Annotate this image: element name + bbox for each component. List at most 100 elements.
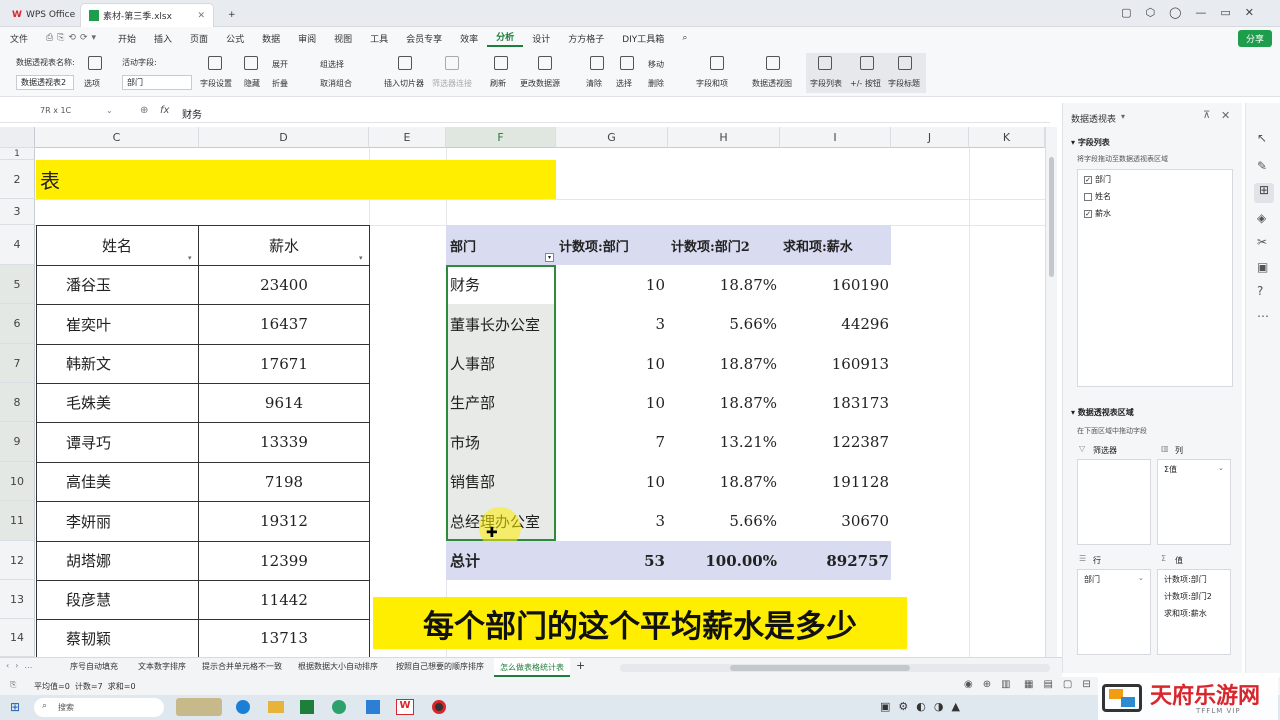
move-button[interactable]: 移动 bbox=[648, 59, 664, 70]
row-header-1[interactable]: 1 bbox=[0, 148, 35, 160]
pivot-total-pct[interactable]: 100.00% bbox=[668, 541, 777, 580]
pivot-total-count[interactable]: 53 bbox=[556, 541, 665, 580]
name-cell[interactable]: 蔡韧颖 bbox=[66, 619, 111, 657]
name-box-dropdown-icon[interactable]: ⌄ bbox=[106, 106, 113, 115]
name-cell[interactable]: 韩新文 bbox=[66, 344, 111, 383]
menu-member[interactable]: 会员专享 bbox=[397, 32, 451, 45]
style-icon[interactable]: ✎ bbox=[1257, 159, 1267, 173]
sheet-tab[interactable]: 序号自动填充 bbox=[70, 661, 118, 672]
row-header-10[interactable]: 10 bbox=[0, 462, 35, 501]
delete-button[interactable]: 删除 bbox=[648, 78, 664, 89]
pivot-panel-icon[interactable]: ⊞ bbox=[1254, 183, 1274, 203]
pivot-sum-cell[interactable]: 160190 bbox=[780, 265, 889, 304]
salary-cell[interactable]: 16437 bbox=[199, 304, 369, 344]
menu-efficiency[interactable]: 效率 bbox=[451, 32, 487, 45]
pivot-dept-cell[interactable]: 人事部 bbox=[450, 344, 495, 383]
sheet-tab-active[interactable]: 怎么做表格统计表 bbox=[494, 658, 570, 677]
pivot-sum-cell[interactable]: 183173 bbox=[780, 383, 889, 422]
row-header-14[interactable]: 14 bbox=[0, 619, 35, 657]
pivot-sum-cell[interactable]: 44296 bbox=[780, 304, 889, 344]
pointer-icon[interactable]: ↖ bbox=[1257, 131, 1267, 145]
pivot-sum-cell[interactable]: 30670 bbox=[780, 501, 889, 541]
col-header-f[interactable]: F bbox=[446, 127, 556, 148]
change-source-button[interactable]: 更改数据源 bbox=[520, 78, 560, 89]
col-header-c[interactable]: C bbox=[35, 127, 199, 148]
file-menu[interactable]: 文件 bbox=[0, 32, 37, 45]
row-header-8[interactable]: 8 bbox=[0, 383, 35, 422]
pivot-sum-cell[interactable]: 191128 bbox=[780, 462, 889, 501]
salary-cell[interactable]: 11442 bbox=[199, 580, 369, 619]
row-header-9[interactable]: 9 bbox=[0, 422, 35, 462]
select-all-corner[interactable] bbox=[0, 127, 35, 148]
row-header-2[interactable]: 2 bbox=[0, 160, 35, 199]
menu-tools[interactable]: 工具 bbox=[361, 32, 397, 45]
menu-design[interactable]: 设计 bbox=[523, 32, 559, 45]
active-field-input[interactable]: 部门 bbox=[122, 75, 192, 90]
pivot-sum-cell[interactable]: 122387 bbox=[780, 422, 889, 462]
value-field-count2[interactable]: 计数项:部门2 bbox=[1160, 590, 1228, 605]
filter-connection-button[interactable]: 筛选器连接 bbox=[432, 78, 472, 89]
pivot-header-count2[interactable]: 计数项:部门2 bbox=[671, 225, 750, 265]
quick-access-icons[interactable]: ⎙⎘⟲⟳▾ bbox=[37, 33, 109, 43]
field-item-salary[interactable]: ✓ 薪水 bbox=[1084, 208, 1111, 219]
vertical-scroll-thumb[interactable] bbox=[1049, 157, 1054, 277]
chevron-down-icon[interactable]: ⌄ bbox=[1218, 464, 1224, 472]
shape-icon[interactable]: ◈ bbox=[1257, 211, 1266, 225]
pivot-pct-cell[interactable]: 18.87% bbox=[668, 265, 777, 304]
chat-app-icon[interactable] bbox=[332, 700, 346, 714]
field-list-button[interactable]: 字段列表 bbox=[810, 78, 842, 89]
field-item-dept[interactable]: ✓ 部门 bbox=[1084, 174, 1111, 185]
header-salary[interactable]: 薪水 bbox=[199, 225, 369, 265]
close-tab-icon[interactable]: ✕ bbox=[197, 11, 205, 21]
name-cell[interactable]: 崔奕叶 bbox=[66, 304, 111, 344]
menu-diy[interactable]: DIY工具箱 bbox=[613, 32, 673, 45]
pivot-header-dept[interactable]: 部门 bbox=[450, 225, 476, 265]
pivot-total-label[interactable]: 总计 bbox=[450, 541, 480, 580]
salary-cell[interactable]: 23400 bbox=[199, 265, 369, 304]
sheet-nav-arrows[interactable]: ‹›… bbox=[6, 661, 38, 670]
file-explorer-icon[interactable] bbox=[268, 701, 284, 713]
pivot-dept-cell[interactable]: 销售部 bbox=[450, 462, 495, 501]
tools-icon[interactable]: ✂ bbox=[1257, 235, 1267, 249]
name-cell[interactable]: 潘谷玉 bbox=[66, 265, 111, 304]
taskbar-search-box[interactable]: ⌕ 搜索 bbox=[34, 698, 164, 717]
col-header-d[interactable]: D bbox=[199, 127, 369, 148]
panel-close-icon[interactable]: ✕ bbox=[1221, 109, 1230, 122]
pivot-pct-cell[interactable]: 5.66% bbox=[668, 304, 777, 344]
pivot-dept-cell[interactable]: 董事长办公室 bbox=[450, 304, 540, 344]
sheet-tab[interactable]: 提示合并单元格不一致 bbox=[202, 661, 282, 672]
add-sheet-icon[interactable]: + bbox=[576, 659, 585, 672]
checkbox-checked-icon[interactable]: ✓ bbox=[1084, 209, 1092, 218]
salary-cell[interactable]: 7198 bbox=[199, 462, 369, 501]
value-drop-zone[interactable]: 计数项:部门 计数项:部门2 求和项:薪水 bbox=[1157, 569, 1231, 655]
pivot-count-cell[interactable]: 3 bbox=[556, 304, 665, 344]
menu-insert[interactable]: 插入 bbox=[145, 32, 181, 45]
chevron-down-icon[interactable]: ⌄ bbox=[1138, 574, 1144, 582]
wps-home-tab[interactable]: W WPS Office bbox=[4, 3, 83, 27]
help-icon[interactable]: ? bbox=[1257, 284, 1263, 298]
title-cell[interactable]: 表 bbox=[36, 160, 556, 199]
field-item-name[interactable]: 姓名 bbox=[1084, 191, 1111, 202]
view-mode-icons[interactable]: ◉⊕▥ bbox=[964, 679, 1021, 690]
salary-cell[interactable]: 19312 bbox=[199, 501, 369, 541]
ungroup-button[interactable]: 取消组合 bbox=[320, 78, 352, 89]
menu-analyze[interactable]: 分析 bbox=[487, 30, 524, 47]
col-header-h[interactable]: H bbox=[668, 127, 780, 148]
sheet-tab[interactable]: 根据数据大小自动排序 bbox=[298, 661, 378, 672]
row-header-5[interactable]: 5 bbox=[0, 265, 35, 304]
pivot-count-cell[interactable]: 3 bbox=[556, 501, 665, 541]
filter-drop-zone[interactable] bbox=[1077, 459, 1151, 545]
row-header-11[interactable]: 11 bbox=[0, 501, 35, 541]
salary-cell[interactable]: 13339 bbox=[199, 422, 369, 462]
name-cell[interactable]: 高佳美 bbox=[66, 462, 111, 501]
window-controls[interactable]: ▢⬡◯—▭✕ bbox=[1121, 6, 1268, 19]
pivot-dept-cell[interactable]: 市场 bbox=[450, 422, 480, 462]
field-headers-button[interactable]: 字段标题 bbox=[888, 78, 920, 89]
horizontal-scroll-thumb[interactable] bbox=[730, 665, 910, 671]
row-header-13[interactable]: 13 bbox=[0, 580, 35, 619]
vertical-scrollbar[interactable] bbox=[1045, 127, 1057, 657]
pin-icon[interactable]: ⊼ bbox=[1203, 110, 1210, 121]
plus-minus-button[interactable]: +/- 按钮 bbox=[850, 78, 881, 89]
macro-icon[interactable]: ⎘ bbox=[10, 680, 16, 690]
system-tray-icons[interactable]: ▣⚙◐◑▲ bbox=[880, 700, 968, 713]
